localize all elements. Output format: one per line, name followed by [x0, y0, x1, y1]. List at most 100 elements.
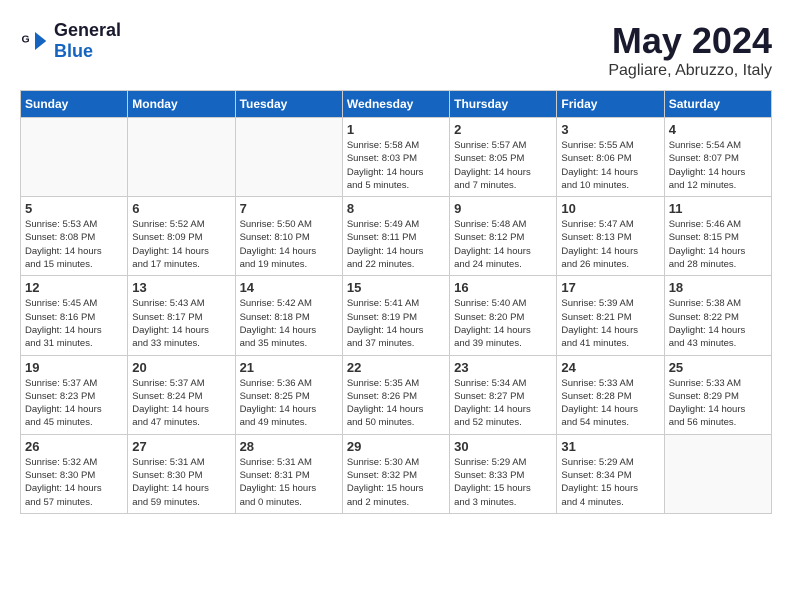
day-number: 2: [454, 122, 552, 137]
calendar-cell: 7Sunrise: 5:50 AM Sunset: 8:10 PM Daylig…: [235, 197, 342, 276]
day-number: 18: [669, 280, 767, 295]
weekday-row: SundayMondayTuesdayWednesdayThursdayFrid…: [21, 91, 772, 118]
logo-blue: Blue: [54, 41, 121, 62]
location: Pagliare, Abruzzo, Italy: [608, 62, 772, 80]
day-info: Sunrise: 5:42 AM Sunset: 8:18 PM Dayligh…: [240, 297, 338, 350]
page-header: G General Blue May 2024 Pagliare, Abruzz…: [20, 20, 772, 80]
calendar-cell: 5Sunrise: 5:53 AM Sunset: 8:08 PM Daylig…: [21, 197, 128, 276]
logo-icon: G: [20, 26, 50, 56]
day-number: 23: [454, 360, 552, 375]
day-info: Sunrise: 5:49 AM Sunset: 8:11 PM Dayligh…: [347, 218, 445, 271]
day-number: 26: [25, 439, 123, 454]
calendar-cell: [128, 118, 235, 197]
calendar: SundayMondayTuesdayWednesdayThursdayFrid…: [20, 90, 772, 514]
logo-general: General: [54, 20, 121, 41]
calendar-cell: 20Sunrise: 5:37 AM Sunset: 8:24 PM Dayli…: [128, 355, 235, 434]
calendar-cell: 14 Sunrise: 5:42 AM Sunset: 8:18 PM Dayli…: [235, 276, 342, 355]
title-block: May 2024 Pagliare, Abruzzo, Italy: [608, 20, 772, 80]
calendar-cell: 13 Sunrise: 5:43 AM Sunset: 8:17 PM Dayli…: [128, 276, 235, 355]
day-info: Sunrise: 5:48 AM Sunset: 8:12 PM Dayligh…: [454, 218, 552, 271]
day-number: 25: [669, 360, 767, 375]
calendar-cell: 24Sunrise: 5:33 AM Sunset: 8:28 PM Dayli…: [557, 355, 664, 434]
calendar-cell: 23 Sunrise: 5:34 AM Sunset: 8:27 PM Dayli…: [450, 355, 557, 434]
day-number: 12: [25, 280, 123, 295]
day-number: 30: [454, 439, 552, 454]
svg-text:G: G: [22, 34, 30, 46]
calendar-cell: 28 Sunrise: 5:31 AM Sunset: 8:31 PM Dayli…: [235, 434, 342, 513]
day-number: 4: [669, 122, 767, 137]
calendar-cell: 6 Sunrise: 5:52 AM Sunset: 8:09 PM Daylig…: [128, 197, 235, 276]
calendar-week-row: 19 Sunrise: 5:37 AM Sunset: 8:23 PM Dayli…: [21, 355, 772, 434]
day-number: 21: [240, 360, 338, 375]
weekday-header: Monday: [128, 91, 235, 118]
calendar-header: SundayMondayTuesdayWednesdayThursdayFrid…: [21, 91, 772, 118]
calendar-body: 1Sunrise: 5:58 AM Sunset: 8:03 PM Daylig…: [21, 118, 772, 514]
day-info: Sunrise: 5:43 AM Sunset: 8:17 PM Dayligh…: [132, 297, 230, 350]
weekday-header: Friday: [557, 91, 664, 118]
day-info: Sunrise: 5:58 AM Sunset: 8:03 PM Dayligh…: [347, 139, 445, 192]
calendar-cell: 4Sunrise: 5:54 AM Sunset: 8:07 PM Daylig…: [664, 118, 771, 197]
calendar-cell: 18 Sunrise: 5:38 AM Sunset: 8:22 PM Dayli…: [664, 276, 771, 355]
day-info: Sunrise: 5:38 AM Sunset: 8:22 PM Dayligh…: [669, 297, 767, 350]
day-info: Sunrise: 5:37 AM Sunset: 8:23 PM Dayligh…: [25, 377, 123, 430]
calendar-cell: 30 Sunrise: 5:29 AM Sunset: 8:33 PM Dayli…: [450, 434, 557, 513]
day-number: 28: [240, 439, 338, 454]
day-info: Sunrise: 5:30 AM Sunset: 8:32 PM Dayligh…: [347, 456, 445, 509]
calendar-week-row: 5Sunrise: 5:53 AM Sunset: 8:08 PM Daylig…: [21, 197, 772, 276]
calendar-cell: 2 Sunrise: 5:57 AM Sunset: 8:05 PM Daylig…: [450, 118, 557, 197]
calendar-week-row: 26 Sunrise: 5:32 AM Sunset: 8:30 PM Dayli…: [21, 434, 772, 513]
day-info: Sunrise: 5:37 AM Sunset: 8:24 PM Dayligh…: [132, 377, 230, 430]
day-number: 16: [454, 280, 552, 295]
calendar-cell: [235, 118, 342, 197]
day-info: Sunrise: 5:39 AM Sunset: 8:21 PM Dayligh…: [561, 297, 659, 350]
logo: G General Blue: [20, 20, 121, 62]
calendar-cell: 21 Sunrise: 5:36 AM Sunset: 8:25 PM Dayli…: [235, 355, 342, 434]
weekday-header: Tuesday: [235, 91, 342, 118]
month-title: May 2024: [608, 20, 772, 62]
calendar-cell: 16 Sunrise: 5:40 AM Sunset: 8:20 PM Dayli…: [450, 276, 557, 355]
logo-text: General Blue: [54, 20, 121, 62]
day-info: Sunrise: 5:40 AM Sunset: 8:20 PM Dayligh…: [454, 297, 552, 350]
day-number: 17: [561, 280, 659, 295]
calendar-week-row: 1Sunrise: 5:58 AM Sunset: 8:03 PM Daylig…: [21, 118, 772, 197]
day-info: Sunrise: 5:45 AM Sunset: 8:16 PM Dayligh…: [25, 297, 123, 350]
calendar-cell: 1Sunrise: 5:58 AM Sunset: 8:03 PM Daylig…: [342, 118, 449, 197]
day-number: 9: [454, 201, 552, 216]
day-info: Sunrise: 5:29 AM Sunset: 8:34 PM Dayligh…: [561, 456, 659, 509]
day-info: Sunrise: 5:34 AM Sunset: 8:27 PM Dayligh…: [454, 377, 552, 430]
day-info: Sunrise: 5:52 AM Sunset: 8:09 PM Dayligh…: [132, 218, 230, 271]
calendar-cell: 19 Sunrise: 5:37 AM Sunset: 8:23 PM Dayli…: [21, 355, 128, 434]
day-number: 19: [25, 360, 123, 375]
day-number: 13: [132, 280, 230, 295]
day-number: 14: [240, 280, 338, 295]
day-number: 10: [561, 201, 659, 216]
calendar-cell: 22Sunrise: 5:35 AM Sunset: 8:26 PM Dayli…: [342, 355, 449, 434]
day-number: 6: [132, 201, 230, 216]
day-info: Sunrise: 5:31 AM Sunset: 8:31 PM Dayligh…: [240, 456, 338, 509]
day-number: 15: [347, 280, 445, 295]
day-number: 31: [561, 439, 659, 454]
weekday-header: Sunday: [21, 91, 128, 118]
day-info: Sunrise: 5:46 AM Sunset: 8:15 PM Dayligh…: [669, 218, 767, 271]
day-number: 11: [669, 201, 767, 216]
calendar-cell: 17 Sunrise: 5:39 AM Sunset: 8:21 PM Dayli…: [557, 276, 664, 355]
day-info: Sunrise: 5:32 AM Sunset: 8:30 PM Dayligh…: [25, 456, 123, 509]
calendar-cell: [21, 118, 128, 197]
day-number: 22: [347, 360, 445, 375]
calendar-cell: 10 Sunrise: 5:47 AM Sunset: 8:13 PM Dayli…: [557, 197, 664, 276]
day-info: Sunrise: 5:53 AM Sunset: 8:08 PM Dayligh…: [25, 218, 123, 271]
day-info: Sunrise: 5:33 AM Sunset: 8:28 PM Dayligh…: [561, 377, 659, 430]
weekday-header: Wednesday: [342, 91, 449, 118]
calendar-cell: 12 Sunrise: 5:45 AM Sunset: 8:16 PM Dayli…: [21, 276, 128, 355]
day-info: Sunrise: 5:55 AM Sunset: 8:06 PM Dayligh…: [561, 139, 659, 192]
day-info: Sunrise: 5:31 AM Sunset: 8:30 PM Dayligh…: [132, 456, 230, 509]
calendar-cell: 31 Sunrise: 5:29 AM Sunset: 8:34 PM Dayli…: [557, 434, 664, 513]
day-info: Sunrise: 5:47 AM Sunset: 8:13 PM Dayligh…: [561, 218, 659, 271]
day-number: 29: [347, 439, 445, 454]
day-info: Sunrise: 5:57 AM Sunset: 8:05 PM Dayligh…: [454, 139, 552, 192]
day-info: Sunrise: 5:41 AM Sunset: 8:19 PM Dayligh…: [347, 297, 445, 350]
day-number: 7: [240, 201, 338, 216]
day-info: Sunrise: 5:36 AM Sunset: 8:25 PM Dayligh…: [240, 377, 338, 430]
day-info: Sunrise: 5:29 AM Sunset: 8:33 PM Dayligh…: [454, 456, 552, 509]
day-number: 3: [561, 122, 659, 137]
